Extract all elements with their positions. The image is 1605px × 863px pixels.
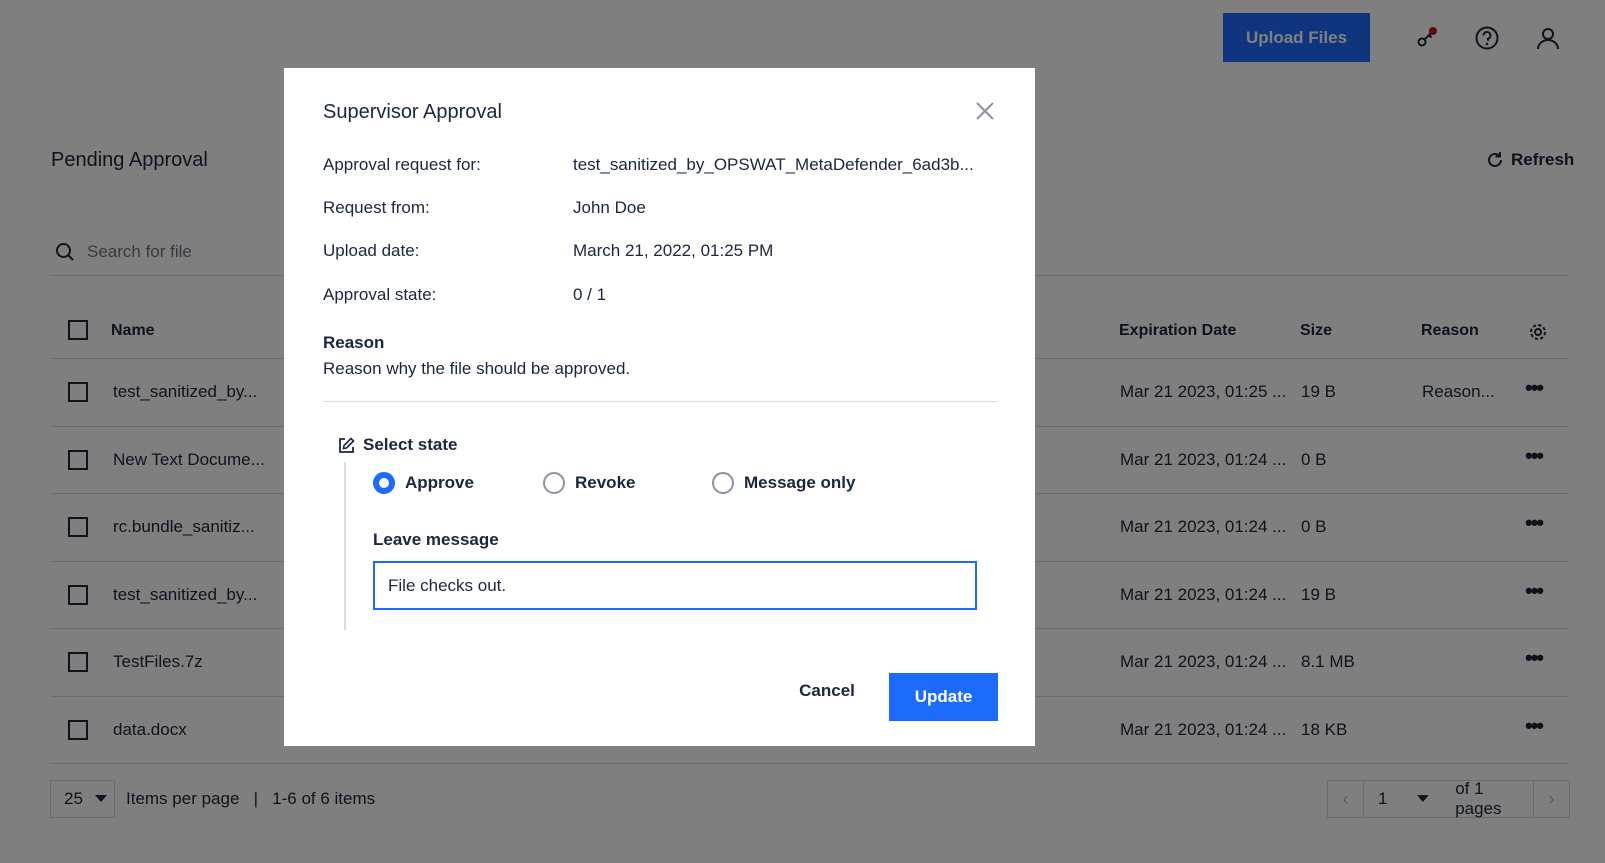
close-icon[interactable]: [974, 100, 996, 122]
radio-approve[interactable]: Approve: [373, 472, 474, 494]
update-button[interactable]: Update: [889, 673, 998, 721]
radio-revoke-label[interactable]: Revoke: [575, 473, 635, 493]
section-rule: [344, 462, 346, 630]
approval-request-label: Approval request for:: [323, 155, 481, 174]
radio-approve-label[interactable]: Approve: [405, 473, 474, 493]
dialog-title: Supervisor Approval: [323, 101, 502, 123]
approval-state-value: 0 / 1: [573, 285, 607, 304]
reason-text: Reason why the file should be approved.: [323, 359, 631, 378]
radio-circle[interactable]: [373, 472, 395, 494]
request-from-value: John Doe: [573, 198, 646, 217]
approval-state-label: Approval state:: [323, 285, 437, 304]
request-from-label: Request from:: [323, 198, 430, 217]
supervisor-approval-dialog: Supervisor Approval Approval request for…: [284, 68, 1035, 746]
leave-message-label: Leave message: [373, 530, 499, 549]
radio-revoke[interactable]: Revoke: [543, 472, 635, 494]
upload-date-value: March 21, 2022, 01:25 PM: [573, 241, 774, 260]
radio-circle[interactable]: [712, 472, 734, 494]
approval-request-value: test_sanitized_by_OPSWAT_MetaDefender_6a…: [573, 155, 974, 174]
reason-heading: Reason: [323, 333, 385, 352]
select-state-heading: Select state: [338, 435, 458, 455]
radio-circle[interactable]: [543, 472, 565, 494]
radio-message-only[interactable]: Message only: [712, 472, 856, 494]
divider: [323, 401, 998, 402]
message-input[interactable]: [373, 561, 977, 610]
cancel-button[interactable]: Cancel: [784, 673, 870, 709]
edit-icon: [339, 436, 355, 453]
radio-message-only-label[interactable]: Message only: [744, 473, 856, 493]
upload-date-label: Upload date:: [323, 241, 420, 260]
select-state-label: Select state: [363, 435, 458, 454]
